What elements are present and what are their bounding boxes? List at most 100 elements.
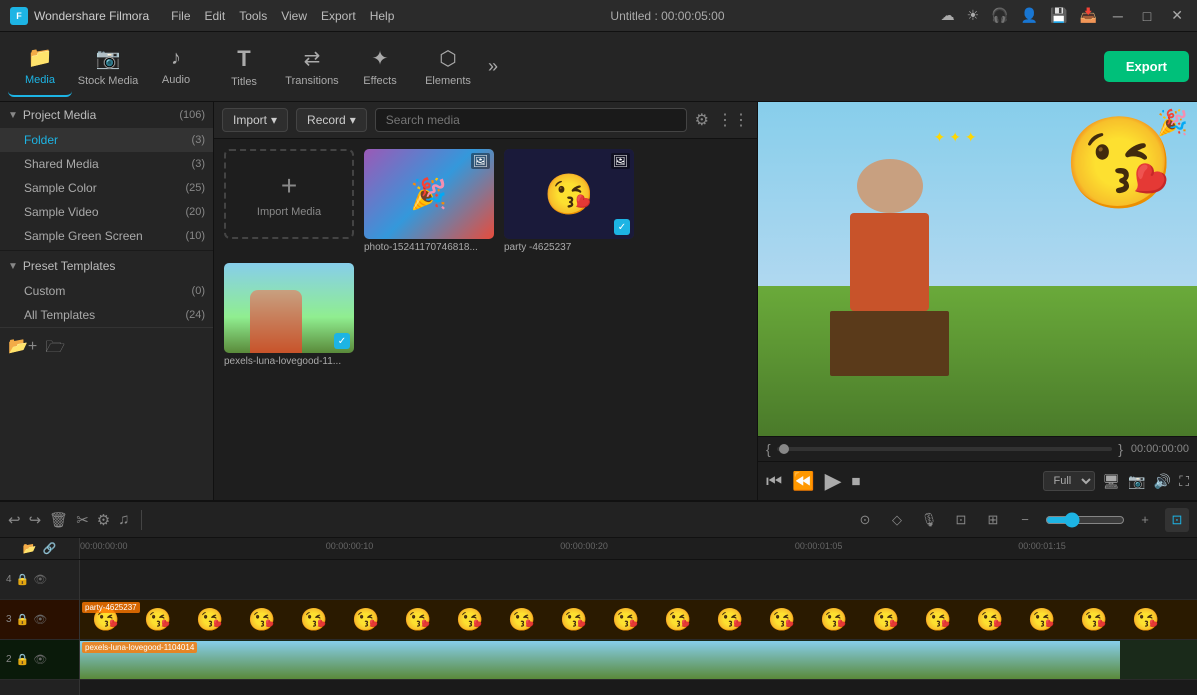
panel-item-sample-color[interactable]: Sample Color (25) — [0, 176, 213, 200]
expand-button[interactable]: » — [488, 56, 498, 77]
stop-button[interactable]: ⏹ — [852, 471, 861, 492]
toolbar-separator — [141, 510, 142, 530]
preview-playhead[interactable] — [779, 444, 789, 454]
crop-icon[interactable]: ⊞ — [981, 508, 1005, 532]
user-icon[interactable]: 👤 — [1021, 7, 1038, 24]
tool-media[interactable]: 📁 Media — [8, 37, 72, 97]
quality-select[interactable]: Full — [1043, 471, 1095, 491]
monitor-icon[interactable]: 🖥 — [1103, 473, 1121, 490]
record-button[interactable]: Record ▾ — [296, 108, 367, 132]
timeline-tracks: 4 🔒 👁 3 🔒 👁 2 — [0, 560, 1197, 695]
emoji-frame-11: 😘 — [600, 601, 652, 639]
eye-icon-3[interactable]: 👁 — [33, 613, 47, 626]
menu-export[interactable]: Export — [321, 9, 356, 23]
menu-edit[interactable]: Edit — [205, 9, 226, 23]
panel-item-sample-video[interactable]: Sample Video (20) — [0, 200, 213, 224]
emoji-frame-8: 😘 — [444, 601, 496, 639]
undo-button[interactable]: ↩ — [8, 511, 21, 529]
download-icon[interactable]: 📥 — [1079, 7, 1096, 24]
zoom-slider[interactable] — [1045, 512, 1125, 528]
emoji-frame-18: 😘 — [964, 601, 1016, 639]
all-templates-count: (24) — [185, 309, 205, 321]
media-grid: + Import Media 🎉 🖼 photo-15241170746818.… — [214, 139, 757, 500]
track-row-3[interactable]: party-4625237 😘 😘 😘 😘 😘 😘 😘 😘 😘 😘 😘 😘 😘 … — [80, 600, 1197, 640]
lock-icon-4[interactable]: 🔒 — [16, 573, 30, 586]
volume-icon[interactable]: 🔊 — [1154, 473, 1171, 490]
menu-help[interactable]: Help — [370, 9, 395, 23]
filter-icon[interactable]: ⚙ — [695, 110, 709, 130]
bracket-open[interactable]: { — [766, 441, 771, 457]
mask-icon[interactable]: ◇ — [885, 508, 909, 532]
tool-transitions[interactable]: ⇄ Transitions — [280, 37, 344, 97]
menu-file[interactable]: File — [171, 9, 190, 23]
close-button[interactable]: ✕ — [1167, 7, 1187, 24]
menu-view[interactable]: View — [281, 9, 307, 23]
zoom-out-icon[interactable]: − — [1013, 508, 1037, 532]
tool-audio-label: Audio — [162, 74, 190, 86]
media-toolbar: Import ▾ Record ▾ ⚙ ⋮⋮ — [214, 102, 757, 139]
eye-icon-2[interactable]: 👁 — [33, 653, 47, 666]
tool-titles[interactable]: T Titles — [212, 37, 276, 97]
minimize-button[interactable]: ─ — [1109, 8, 1127, 24]
tool-elements[interactable]: ⬡ Elements — [416, 37, 480, 97]
eye-icon-4[interactable]: 👁 — [33, 573, 47, 586]
maximize-button[interactable]: □ — [1139, 8, 1155, 24]
play-button[interactable]: ▶ — [825, 468, 842, 494]
panel-item-folder[interactable]: Folder (3) — [0, 128, 213, 152]
add-folder-icon[interactable]: 📂+ — [8, 336, 37, 363]
panel-item-shared-media[interactable]: Shared Media (3) — [0, 152, 213, 176]
preview-timeline[interactable] — [777, 447, 1113, 451]
pexels-thumb-4 — [236, 641, 288, 679]
project-media-label: Project Media — [23, 108, 96, 122]
search-input[interactable] — [375, 108, 687, 132]
step-back-button[interactable]: ⏮ — [766, 471, 782, 492]
preset-templates-header[interactable]: ▼ Preset Templates — [0, 253, 213, 279]
mic-icon[interactable]: 🎙 — [917, 508, 941, 532]
new-folder-icon[interactable]: 🗁 — [45, 336, 65, 363]
export-button[interactable]: Export — [1104, 51, 1189, 82]
frame-back-button[interactable]: ⏪ — [792, 471, 814, 492]
tool-audio[interactable]: ♪ Audio — [144, 37, 208, 97]
grid-icon[interactable]: ⋮⋮ — [717, 110, 749, 130]
delete-button[interactable]: 🗑 — [49, 511, 68, 529]
adjust-button[interactable]: ⚙ — [97, 511, 110, 529]
fit-icon[interactable]: ⊡ — [1165, 508, 1189, 532]
import-media-placeholder[interactable]: + Import Media — [224, 149, 354, 239]
lock-icon-3[interactable]: 🔒 — [16, 613, 30, 626]
panel-item-sample-green[interactable]: Sample Green Screen (10) — [0, 224, 213, 248]
media-label-pexels: pexels-luna-lovegood-11... — [224, 356, 354, 367]
audio-button[interactable]: ♫ — [118, 511, 129, 528]
media-item-pexels[interactable]: ✓ pexels-luna-lovegood-11... — [224, 263, 354, 367]
import-button[interactable]: Import ▾ — [222, 108, 288, 132]
motion-icon[interactable]: ⊙ — [853, 508, 877, 532]
tool-effects[interactable]: ✦ Effects — [348, 37, 412, 97]
cloud-icon[interactable]: ☁ — [941, 7, 955, 24]
split-icon[interactable]: ⊡ — [949, 508, 973, 532]
emoji-frame-7: 😘 — [392, 601, 444, 639]
zoom-in-icon[interactable]: + — [1133, 508, 1157, 532]
add-track-button[interactable]: 📂 🔗 — [0, 538, 80, 559]
bracket-close[interactable]: } — [1118, 441, 1123, 457]
menu-tools[interactable]: Tools — [239, 9, 267, 23]
redo-button[interactable]: ↪ — [29, 511, 42, 529]
panel-item-custom[interactable]: Custom (0) — [0, 279, 213, 303]
track-row-4 — [80, 560, 1197, 600]
tool-stock-media[interactable]: 📷 Stock Media — [76, 37, 140, 97]
project-media-header[interactable]: ▼ Project Media (106) — [0, 102, 213, 128]
panel-item-all-templates[interactable]: All Templates (24) — [0, 303, 213, 327]
cut-button[interactable]: ✂ — [76, 511, 89, 529]
fullscreen-icon[interactable]: ⛶ — [1179, 473, 1189, 490]
save-icon[interactable]: 💾 — [1050, 7, 1067, 24]
preview-bg: 😘 🎉 ✦ ✦ ✦ — [758, 102, 1197, 436]
lock-icon-2[interactable]: 🔒 — [16, 653, 30, 666]
camera-icon[interactable]: 📷 — [1128, 473, 1145, 490]
elements-icon: ⬡ — [439, 46, 456, 71]
audio-icon: ♪ — [171, 47, 181, 70]
sample-green-count: (10) — [185, 230, 205, 242]
track-row-2[interactable]: pexels-luna-lovegood-1104014 — [80, 640, 1197, 680]
media-item-photo1[interactable]: 🎉 🖼 photo-15241170746818... — [364, 149, 494, 253]
tool-transitions-label: Transitions — [285, 75, 338, 87]
sun-icon[interactable]: ☀ — [967, 7, 980, 24]
headphone-icon[interactable]: 🎧 — [991, 7, 1008, 24]
media-item-party[interactable]: 😘 🖼 ✓ party -4625237 — [504, 149, 634, 253]
